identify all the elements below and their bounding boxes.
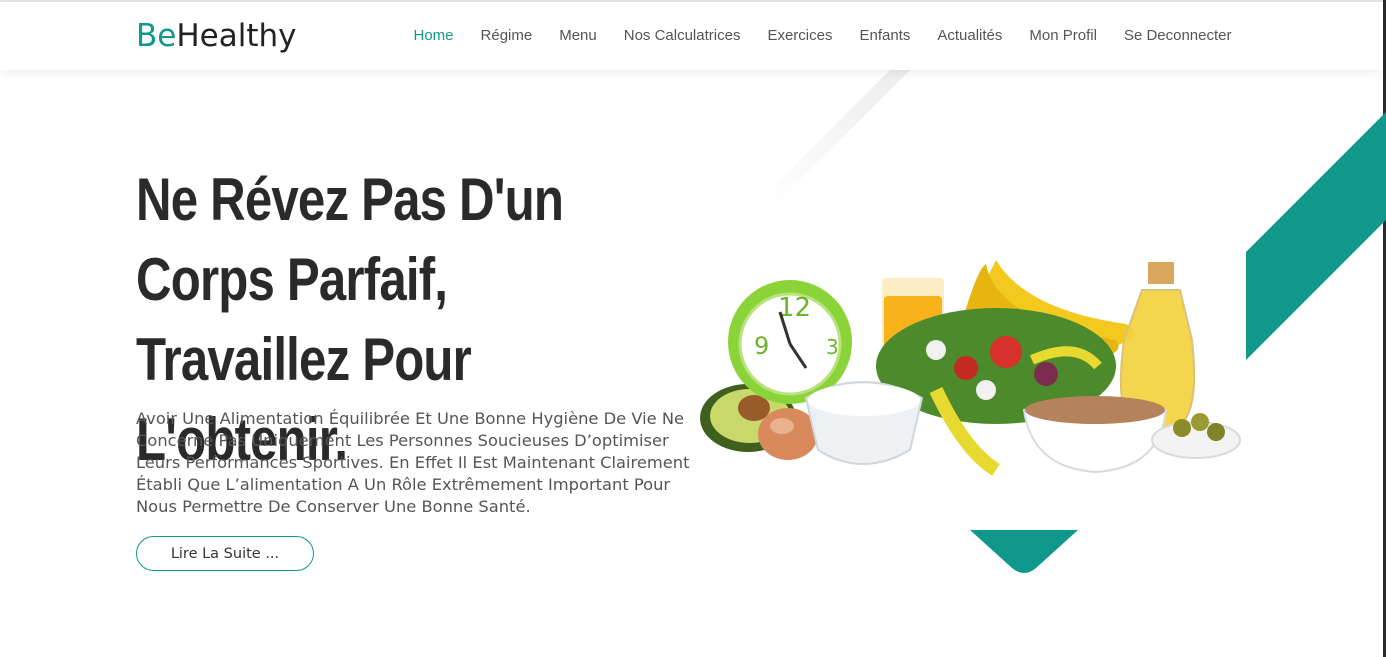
- nav-item-enfants[interactable]: Enfants: [846, 2, 924, 70]
- nav-item-regime[interactable]: Régime: [467, 2, 546, 70]
- svg-text:9: 9: [754, 332, 769, 360]
- navbar: BeHealthy Home Régime Menu Nos Calculatr…: [0, 2, 1383, 70]
- nav-item-actualites[interactable]: Actualités: [924, 2, 1016, 70]
- svg-text:3: 3: [826, 335, 839, 359]
- nav-item-home[interactable]: Home: [400, 2, 467, 70]
- brand-logo[interactable]: BeHealthy: [136, 16, 296, 56]
- cheese-bowl-icon: [804, 381, 924, 465]
- nav-item-deconnecter[interactable]: Se Deconnecter: [1110, 2, 1245, 70]
- hero-description: Avoir Une Alimentation Équilibrée Et Une…: [136, 409, 690, 516]
- decorative-light-stripe: [760, 70, 910, 200]
- nav-item-calculatrices[interactable]: Nos Calculatrices: [610, 2, 754, 70]
- decorative-teal-triangle: [970, 530, 1078, 573]
- main-nav: Home Régime Menu Nos Calculatrices Exerc…: [400, 2, 1245, 70]
- nav-item-profil[interactable]: Mon Profil: [1016, 2, 1111, 70]
- brand-prefix: Be: [136, 18, 177, 54]
- healthy-food-illustration: 12 9 3: [700, 260, 1241, 476]
- decorative-teal-band: [1246, 112, 1386, 360]
- brand-suffix: Healthy: [176, 18, 297, 54]
- oats-bowl-icon: [1022, 396, 1168, 474]
- read-more-button[interactable]: Lire La Suite ...: [136, 536, 314, 571]
- nav-item-exercices[interactable]: Exercices: [754, 2, 846, 70]
- nav-item-menu[interactable]: Menu: [546, 2, 611, 70]
- egg-icon: [758, 408, 818, 460]
